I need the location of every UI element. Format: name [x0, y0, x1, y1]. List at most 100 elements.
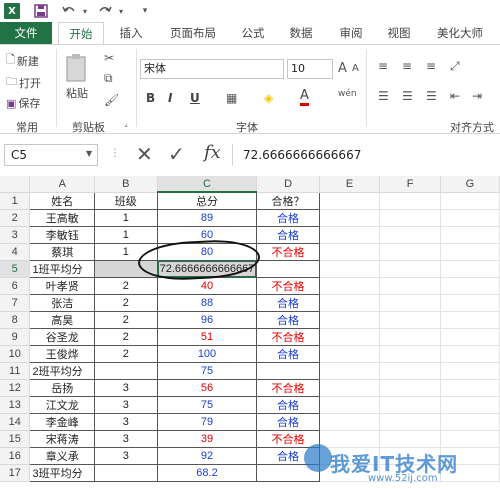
row-header[interactable]: 16 [0, 447, 31, 466]
table-cell[interactable]: 2 [94, 277, 158, 296]
table-cell[interactable] [319, 413, 381, 432]
table-cell[interactable]: 2 [94, 311, 158, 330]
redo-icon[interactable] [98, 3, 112, 19]
cancel-icon[interactable]: ✕ [136, 142, 153, 166]
table-cell[interactable]: 谷圣龙 [29, 328, 96, 347]
table-cell[interactable]: 合格 [256, 226, 320, 245]
borders-icon[interactable]: ▦ [226, 91, 237, 105]
table-cell[interactable] [379, 379, 441, 398]
table-cell[interactable]: 合格？ [256, 191, 320, 211]
table-cell[interactable]: 51 [156, 328, 258, 347]
column-header[interactable]: C [157, 176, 258, 194]
table-cell[interactable]: 100 [156, 345, 258, 364]
table-cell[interactable] [379, 192, 441, 211]
table-cell[interactable]: 72.6666666666667 [156, 260, 258, 279]
row-header[interactable]: 10 [0, 345, 31, 364]
name-box-dropdown-icon[interactable]: ▼ [86, 149, 92, 158]
table-cell[interactable]: 1 [94, 209, 158, 228]
table-cell[interactable]: 75 [156, 396, 258, 415]
row-header[interactable]: 11 [0, 362, 31, 381]
table-cell[interactable]: 89 [156, 209, 258, 228]
tab-formulas[interactable]: 公式 [236, 22, 270, 44]
table-cell[interactable] [440, 328, 500, 347]
table-cell[interactable]: 蔡琪 [29, 243, 96, 262]
new-button[interactable]: 🗋 新建 [6, 51, 39, 70]
table-cell[interactable]: 合格 [256, 209, 320, 228]
table-cell[interactable]: 3 [94, 413, 158, 432]
row-header[interactable]: 15 [0, 430, 31, 449]
table-cell[interactable]: 班级 [94, 191, 158, 211]
table-cell[interactable]: 80 [156, 243, 258, 262]
table-cell[interactable] [319, 294, 381, 313]
table-cell[interactable]: 3 [94, 379, 158, 398]
table-cell[interactable] [440, 226, 500, 245]
table-cell[interactable]: 不合格 [256, 277, 320, 296]
table-cell[interactable] [256, 362, 320, 381]
column-header[interactable]: F [379, 176, 441, 193]
table-cell[interactable]: 李金峰 [29, 413, 96, 432]
table-cell[interactable]: 章义承 [29, 447, 96, 466]
tab-review[interactable]: 审阅 [334, 22, 368, 44]
table-cell[interactable] [319, 362, 381, 381]
table-cell[interactable] [379, 277, 441, 296]
outdent-icon[interactable]: ⇥ [472, 89, 482, 103]
table-cell[interactable] [440, 192, 500, 211]
table-cell[interactable]: 39 [156, 430, 258, 449]
table-cell[interactable]: 李敏钰 [29, 226, 96, 245]
table-cell[interactable] [379, 311, 441, 330]
font-color-icon[interactable]: A [300, 89, 309, 106]
table-cell[interactable]: 1班平均分 [29, 260, 96, 279]
customize-toolbar-icon[interactable]: ▾ [140, 3, 150, 19]
fill-color-icon[interactable]: ◈ [264, 91, 273, 105]
row-header[interactable]: 8 [0, 311, 31, 330]
column-header[interactable]: D [256, 176, 320, 193]
table-cell[interactable] [94, 464, 158, 483]
table-cell[interactable] [379, 226, 441, 245]
table-cell[interactable] [440, 311, 500, 330]
table-cell[interactable] [319, 345, 381, 364]
table-cell[interactable]: 不合格 [256, 243, 320, 262]
table-cell[interactable] [379, 362, 441, 381]
table-cell[interactable] [319, 396, 381, 415]
table-cell[interactable] [440, 294, 500, 313]
table-cell[interactable]: 2 [94, 294, 158, 313]
table-cell[interactable] [319, 277, 381, 296]
row-header[interactable]: 13 [0, 396, 31, 415]
cut-icon[interactable]: ✂ [104, 51, 114, 65]
phonetic-icon[interactable]: wén [338, 89, 357, 99]
row-header[interactable]: 3 [0, 226, 31, 245]
table-cell[interactable]: 张洁 [29, 294, 96, 313]
table-cell[interactable]: 3 [94, 447, 158, 466]
table-cell[interactable]: 75 [156, 362, 258, 381]
table-cell[interactable]: 2班平均分 [29, 362, 96, 381]
tab-view[interactable]: 视图 [382, 22, 416, 44]
tab-beautify[interactable]: 美化大师 [430, 22, 490, 44]
table-cell[interactable] [440, 379, 500, 398]
row-header[interactable]: 9 [0, 328, 31, 347]
row-header[interactable]: 14 [0, 413, 31, 432]
table-cell[interactable]: 合格 [256, 311, 320, 330]
table-cell[interactable] [379, 430, 441, 449]
formula-bar-grip-icon[interactable]: ⋮ [110, 148, 120, 159]
table-cell[interactable] [379, 209, 441, 228]
redo-dropdown-icon[interactable]: ▾ [116, 3, 126, 19]
table-cell[interactable]: 总分 [156, 191, 258, 211]
table-cell[interactable]: 79 [156, 413, 258, 432]
table-cell[interactable]: 68.2 [156, 464, 258, 483]
row-header[interactable]: 4 [0, 243, 31, 262]
tab-file[interactable]: 文件 [0, 22, 52, 44]
orientation-icon[interactable]: ⤢ [450, 59, 460, 74]
indent-icon[interactable]: ⇤ [450, 89, 460, 103]
table-cell[interactable]: 2 [94, 345, 158, 364]
table-cell[interactable]: 姓名 [29, 191, 96, 211]
table-cell[interactable] [440, 413, 500, 432]
table-cell[interactable] [319, 430, 381, 449]
table-cell[interactable] [319, 209, 381, 228]
bold-button[interactable]: B [146, 91, 155, 105]
table-cell[interactable]: 40 [156, 277, 258, 296]
table-cell[interactable] [319, 311, 381, 330]
table-cell[interactable]: 3 [94, 430, 158, 449]
grow-font-icon[interactable]: A [338, 61, 347, 76]
row-header[interactable]: 5 [0, 260, 31, 279]
table-cell[interactable] [440, 209, 500, 228]
